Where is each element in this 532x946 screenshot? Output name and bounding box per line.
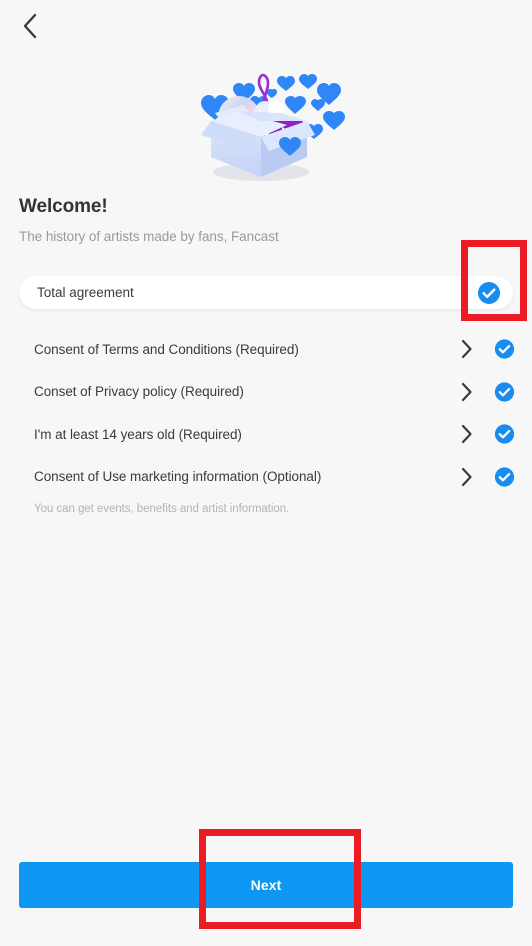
chevron-right-icon[interactable]	[455, 466, 477, 488]
page-title: Welcome!	[19, 196, 108, 217]
back-button[interactable]	[8, 6, 52, 46]
next-button[interactable]: Next	[19, 862, 513, 908]
consent-checkbox[interactable]	[494, 381, 515, 402]
consent-label: I'm at least 14 years old (Required)	[34, 426, 242, 442]
check-circle-icon	[494, 339, 515, 359]
marketing-helper-text: You can get events, benefits and artist …	[34, 503, 290, 515]
total-agreement-checkbox[interactable]	[477, 281, 501, 305]
welcome-illustration	[0, 56, 532, 192]
consent-row-marketing[interactable]: Consent of Use marketing information (Op…	[0, 456, 532, 499]
consent-row-privacy[interactable]: Conset of Privacy policy (Required)	[0, 371, 532, 414]
consent-checkbox[interactable]	[494, 424, 515, 445]
consent-label: Consent of Use marketing information (Op…	[34, 469, 322, 485]
page-subtitle: The history of artists made by fans, Fan…	[19, 229, 279, 244]
check-circle-icon	[494, 382, 515, 402]
check-circle-icon	[494, 424, 515, 444]
top-bar	[0, 0, 532, 50]
total-agreement-label: Total agreement	[37, 285, 134, 300]
consent-list: Consent of Terms and Conditions (Require…	[0, 328, 532, 498]
check-circle-icon	[494, 467, 515, 487]
consent-checkbox[interactable]	[494, 466, 515, 487]
chevron-right-icon[interactable]	[455, 423, 477, 445]
consent-label: Conset of Privacy policy (Required)	[34, 384, 244, 400]
consent-label: Consent of Terms and Conditions (Require…	[34, 341, 299, 357]
consent-row-terms[interactable]: Consent of Terms and Conditions (Require…	[0, 328, 532, 371]
total-agreement-row[interactable]: Total agreement	[19, 276, 513, 309]
chevron-right-icon[interactable]	[455, 338, 477, 360]
chevron-left-icon	[22, 13, 38, 39]
gift-box-with-hearts-icon	[201, 73, 345, 181]
chevron-right-icon[interactable]	[455, 381, 477, 403]
consent-row-age[interactable]: I'm at least 14 years old (Required)	[0, 413, 532, 456]
check-circle-icon	[478, 281, 500, 304]
signup-agreement-screen: Welcome! The history of artists made by …	[0, 0, 532, 946]
consent-checkbox[interactable]	[494, 339, 515, 360]
